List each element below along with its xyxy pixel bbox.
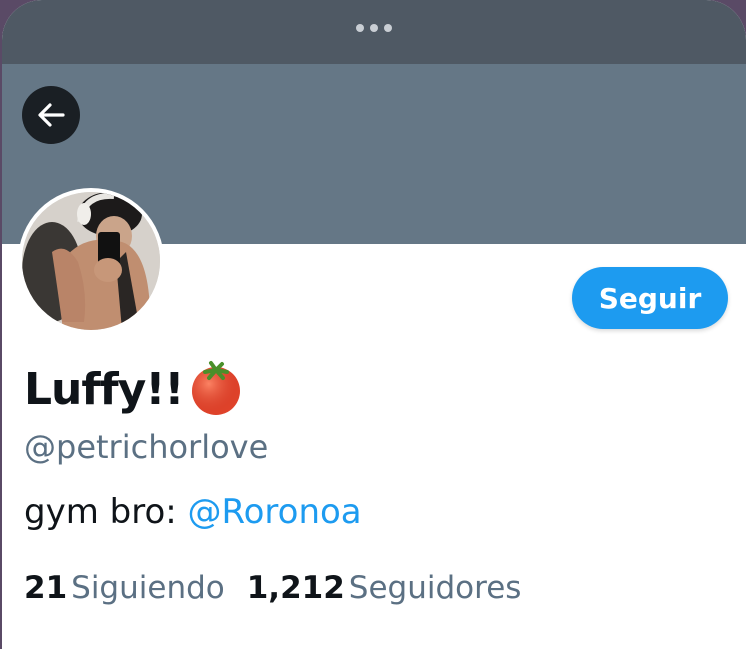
more-dots-icon[interactable] (356, 24, 392, 32)
dot (370, 24, 378, 32)
avatar[interactable] (18, 188, 164, 334)
profile-stats: 21 Siguiendo 1,212 Seguidores (24, 570, 521, 606)
back-button[interactable] (22, 86, 80, 144)
avatar-photo (22, 192, 160, 330)
profile-bio: gym bro: @Roronoa (24, 492, 362, 532)
arrow-left-icon (38, 103, 65, 127)
top-bar (2, 0, 746, 64)
bio-mention-link[interactable]: @Roronoa (188, 492, 362, 532)
followers-link[interactable]: 1,212 Seguidores (247, 570, 522, 606)
profile-name-row: Luffy!! (24, 358, 245, 421)
follow-button[interactable]: Seguir (572, 267, 728, 329)
display-name: Luffy!! (24, 364, 184, 415)
following-label: Siguiendo (71, 570, 225, 606)
bio-text: gym bro: (24, 492, 188, 532)
followers-count: 1,212 (246, 570, 345, 606)
followers-label: Seguidores (348, 570, 522, 606)
profile-screen: Seguir Luffy!! @petrichorlove gym bro: @… (2, 0, 746, 649)
profile-handle: @petrichorlove (24, 428, 269, 466)
following-link[interactable]: 21 Siguiendo (24, 570, 225, 606)
following-count: 21 (24, 570, 68, 606)
tomato-icon (187, 360, 245, 421)
dot (356, 24, 364, 32)
dot (384, 24, 392, 32)
